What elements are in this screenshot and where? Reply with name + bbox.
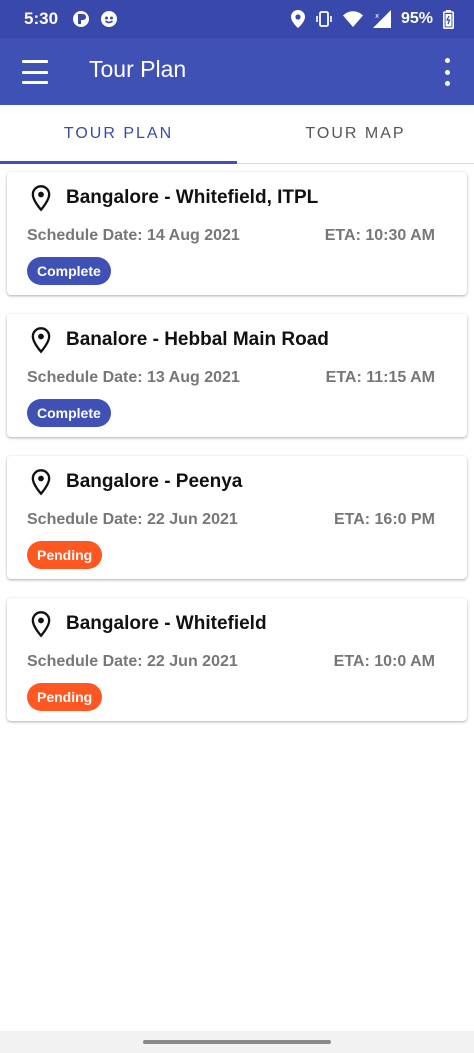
tour-title: Bangalore - Whitefield, ITPL [66,187,319,208]
vibrate-icon [315,10,333,28]
signal-icon: x [372,10,391,28]
tour-card[interactable]: Bangalore - Whitefield Schedule Date: 22… [7,598,467,721]
status-right: x 95% [290,9,454,29]
tour-title: Banalore - Hebbal Main Road [66,329,329,350]
battery-percent: 95% [400,10,433,27]
wifi-icon [342,11,363,27]
active-tab-indicator [0,161,237,164]
tab-tour-plan[interactable]: TOUR PLAN [0,105,237,163]
schedule-date: Schedule Date: 14 Aug 2021 [27,227,240,244]
tab-bar: TOUR PLAN TOUR MAP [0,105,474,164]
tab-tour-map[interactable]: TOUR MAP [237,105,474,163]
status-badge: Pending [27,683,103,711]
tour-card[interactable]: Bangalore - Whitefield, ITPL Schedule Da… [7,172,467,295]
app-bar: Tour Plan [0,38,474,105]
schedule-date: Schedule Date: 22 Jun 2021 [27,653,238,670]
location-pin-icon [31,185,51,212]
system-nav-bar [0,1031,474,1053]
hamburger-menu-icon[interactable] [22,60,48,84]
page-title: Tour Plan [89,56,187,82]
location-icon [290,10,305,28]
eta-time: ETA: 16:0 PM [333,511,435,528]
status-badge: Complete [27,257,111,285]
status-badge: Pending [27,541,103,569]
svg-text:x: x [375,12,379,20]
battery-icon [443,9,454,29]
schedule-date: Schedule Date: 13 Aug 2021 [27,369,240,386]
home-gesture-handle[interactable] [143,1040,331,1044]
location-pin-icon [31,327,51,354]
status-badge: Complete [27,399,111,427]
tour-card[interactable]: Banalore - Hebbal Main Road Schedule Dat… [7,314,467,437]
eta-time: ETA: 10:0 AM [333,653,435,670]
eta-time: ETA: 10:30 AM [324,227,435,244]
tour-card[interactable]: Bangalore - Peenya Schedule Date: 22 Jun… [7,456,467,579]
location-pin-icon [31,469,51,496]
status-time: 5:30 [24,9,59,28]
schedule-date: Schedule Date: 22 Jun 2021 [27,511,238,528]
status-bar: 5:30 x 95% [0,0,474,38]
notification-face-icon [100,10,118,28]
location-pin-icon [31,611,51,638]
tour-title: Bangalore - Whitefield [66,613,267,634]
status-left: 5:30 [24,9,118,29]
notification-app-icon [72,10,90,28]
more-vertical-icon[interactable] [440,58,454,86]
eta-time: ETA: 11:15 AM [325,369,435,386]
tour-title: Bangalore - Peenya [66,471,243,492]
